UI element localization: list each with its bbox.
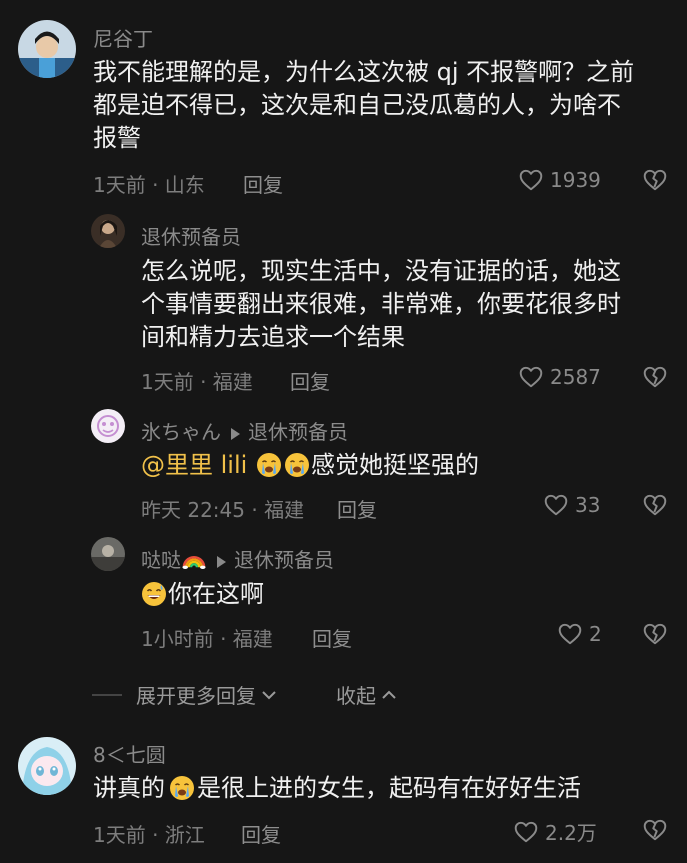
comment-line: 个事情要翻出来很难，非常难，你要花很多时: [141, 290, 621, 318]
comment-line: 间和精力去追求一个结果: [141, 323, 405, 351]
comment-text: @里里 lili 感觉她挺坚强的: [141, 449, 671, 482]
reply-to-author[interactable]: 退休预备员: [248, 420, 348, 444]
user-avatar-image: [91, 214, 125, 248]
comment-text: 讲真的 是很上进的女生，起码有在好好生活: [93, 772, 673, 805]
user-avatar-image: [91, 537, 125, 571]
dislike-icon[interactable]: [642, 621, 668, 647]
heart-icon: [543, 492, 569, 518]
comment-author[interactable]: 氷ちゃん: [141, 420, 221, 444]
reply-button[interactable]: 回复: [241, 819, 281, 848]
heart-icon: [518, 167, 544, 193]
user-avatar-image: [18, 737, 76, 795]
heart-icon: [557, 621, 583, 647]
reply-button[interactable]: 回复: [312, 623, 352, 652]
like-count: 2587: [550, 365, 601, 389]
comment-line: 是很上进的女生，起码有在好好生活: [197, 774, 581, 802]
mention-link[interactable]: @里里 lili: [141, 451, 247, 479]
comment-meta: 1小时前 · 福建: [141, 627, 273, 651]
chevron-up-icon: [382, 690, 396, 699]
comment-meta: 昨天 22:45 · 福建: [141, 498, 305, 522]
reply-arrow-icon: [217, 555, 226, 568]
avatar[interactable]: [18, 737, 76, 795]
comment-line: 怎么说呢，现实生活中，没有证据的话，她这: [141, 257, 621, 285]
heart-icon: [513, 819, 539, 845]
reply-button[interactable]: 回复: [337, 494, 377, 523]
comment-author[interactable]: 哒哒: [141, 548, 181, 572]
user-avatar-image: [91, 409, 125, 443]
like-button[interactable]: 2: [557, 621, 602, 647]
comment-meta: 1天前 · 浙江: [93, 823, 205, 847]
comment-line: 我不能理解的是，为什么这次被 qj 不报警啊？之前: [93, 58, 635, 86]
comment-author-line: 氷ちゃん 退休预备员: [141, 416, 348, 445]
expand-more-replies-button[interactable]: 展开更多回复: [136, 680, 278, 709]
like-button[interactable]: 1939: [518, 167, 601, 193]
comment-meta: 1天前 · 山东: [93, 173, 205, 197]
crying-emoji: [169, 775, 195, 801]
like-count: 1939: [550, 168, 601, 192]
reply-button[interactable]: 回复: [243, 169, 283, 198]
crying-emoji: [256, 452, 282, 478]
comment-text: 你在这啊: [141, 578, 671, 611]
collapse-replies-button[interactable]: 收起: [336, 680, 398, 709]
like-count: 33: [575, 493, 601, 517]
comment-text: 怎么说呢，现实生活中，没有证据的话，她这 个事情要翻出来很难，非常难，你要花很多…: [141, 255, 671, 354]
rainbow-emoji: [182, 547, 206, 571]
comment-line: 讲真的: [93, 774, 165, 802]
heart-icon: [518, 364, 544, 390]
comment-line: 都是迫不得已，这次是和自己没瓜葛的人，为啥不: [93, 91, 621, 119]
grin-emoji: [141, 581, 167, 607]
user-avatar-image: [18, 20, 76, 78]
expand-label: 展开更多回复: [136, 684, 256, 708]
avatar[interactable]: [91, 214, 125, 248]
reply-to-author[interactable]: 退休预备员: [234, 548, 334, 572]
dislike-icon[interactable]: [642, 364, 668, 390]
like-count: 2: [589, 622, 602, 646]
comment-author-line: 哒哒 退休预备员: [141, 544, 334, 573]
comment-author[interactable]: 8＜七圆: [93, 739, 166, 768]
like-count: 2.2万: [545, 821, 597, 845]
comment-author[interactable]: 退休预备员: [141, 221, 241, 250]
crying-emoji: [284, 452, 310, 478]
reply-button[interactable]: 回复: [290, 366, 330, 395]
like-button[interactable]: 33: [543, 492, 600, 518]
dislike-icon[interactable]: [642, 817, 668, 843]
comment-line: 你在这啊: [168, 580, 264, 608]
avatar[interactable]: [91, 537, 125, 571]
comment-text: 我不能理解的是，为什么这次被 qj 不报警啊？之前 都是迫不得已，这次是和自己没…: [93, 56, 673, 155]
reply-arrow-icon: [231, 427, 240, 440]
thread-divider: [92, 693, 122, 696]
chevron-down-icon: [262, 690, 276, 699]
thread-controls: 展开更多回复 收起: [92, 680, 398, 709]
dislike-icon[interactable]: [642, 167, 668, 193]
avatar[interactable]: [91, 409, 125, 443]
like-button[interactable]: 2.2万: [513, 817, 597, 846]
avatar[interactable]: [18, 20, 76, 78]
comment-author[interactable]: 尼谷丁: [93, 23, 153, 52]
comment-line: 报警: [93, 124, 141, 152]
comment-meta: 1天前 · 福建: [141, 370, 253, 394]
collapse-label: 收起: [336, 684, 376, 708]
dislike-icon[interactable]: [642, 492, 668, 518]
comment-line: 感觉她挺坚强的: [310, 451, 479, 479]
like-button[interactable]: 2587: [518, 364, 601, 390]
